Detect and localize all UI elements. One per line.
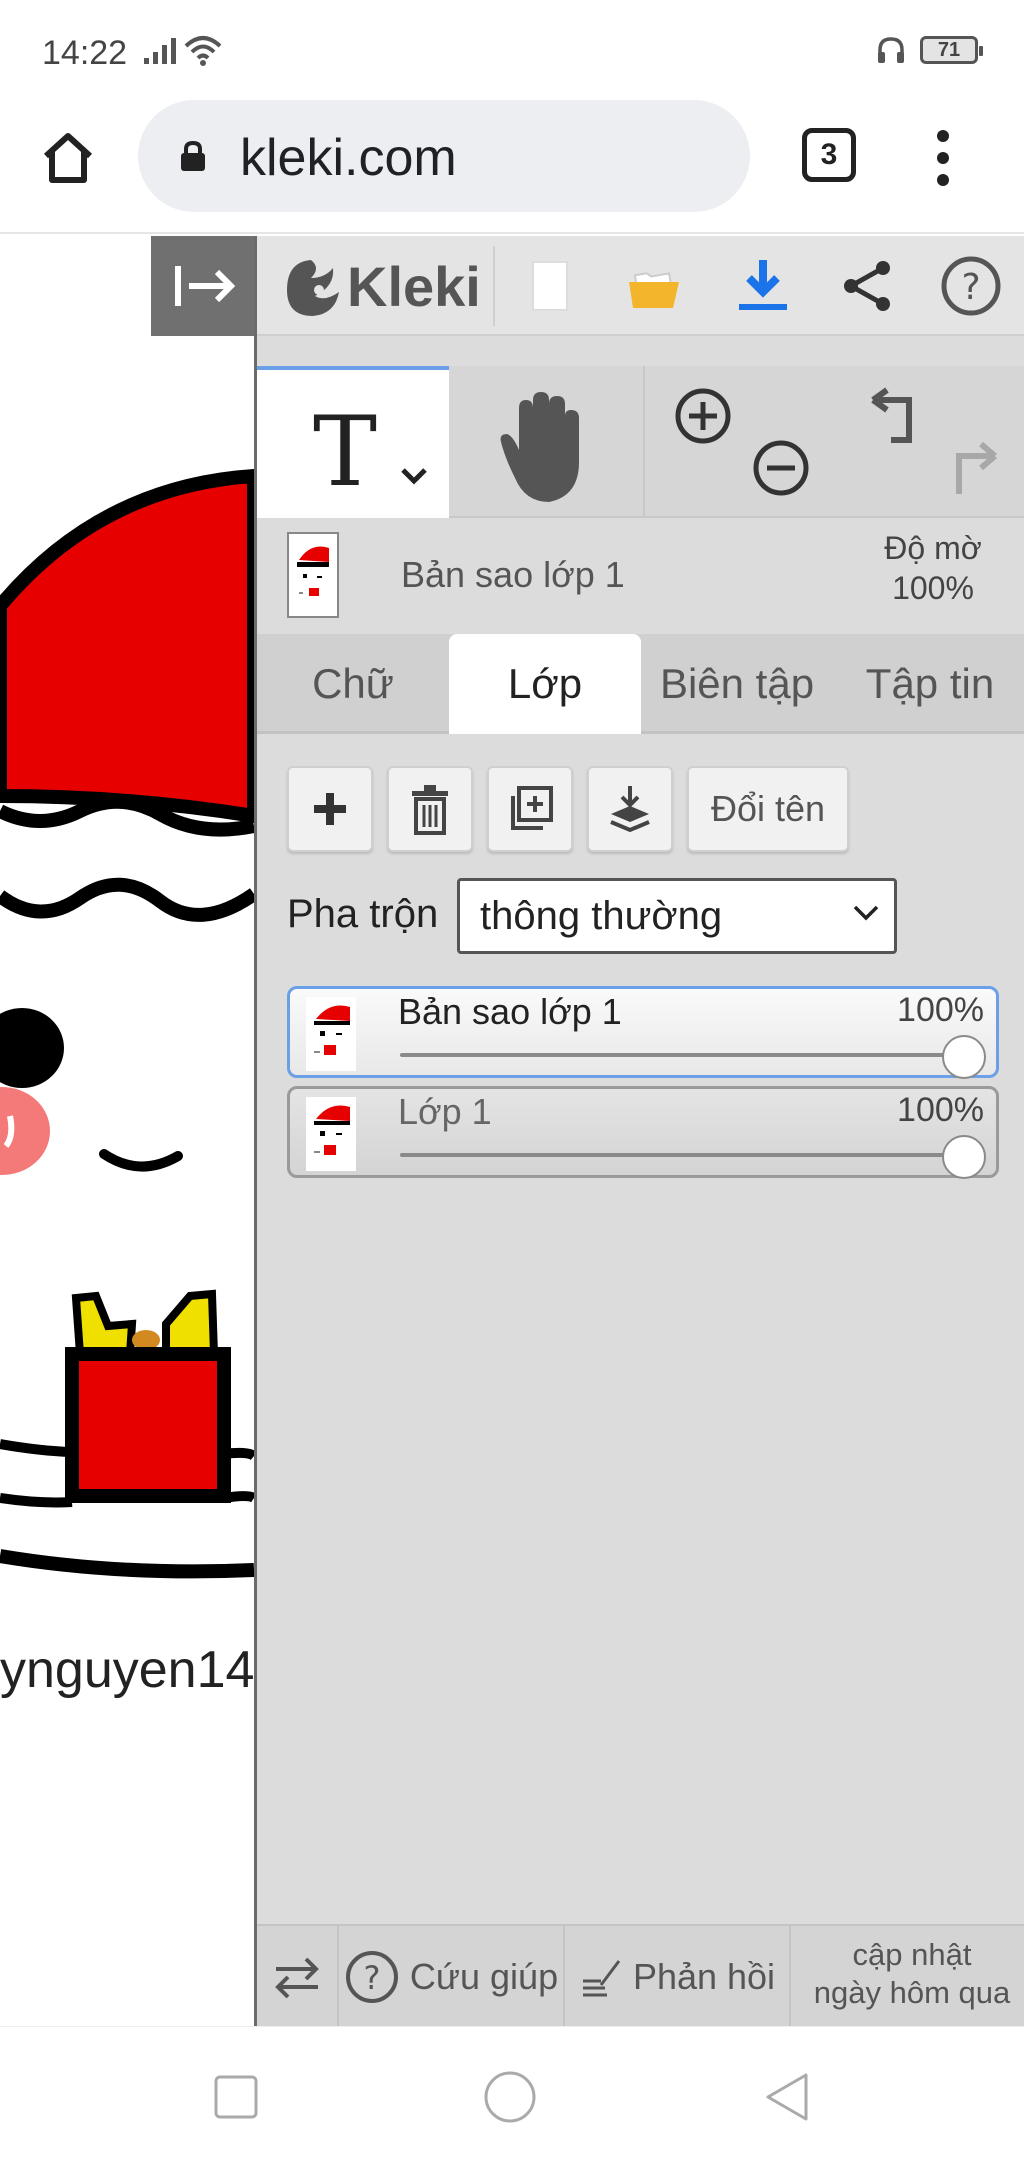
kleki-logo-icon: [287, 260, 339, 316]
help-circle-icon: ?: [345, 1951, 398, 2003]
layer-item[interactable]: Lớp 1 100%: [287, 1086, 999, 1179]
update-line-2: ngày hôm qua: [813, 1975, 1011, 2010]
collapse-panel-button[interactable]: [151, 236, 255, 336]
chevron-down-icon: [853, 905, 879, 921]
url-text: kleki.com: [240, 129, 457, 187]
layer-actions: Đổi tên: [287, 766, 849, 856]
duplicate-icon: [511, 786, 553, 830]
back-triangle-icon[interactable]: [758, 2067, 818, 2127]
layer-thumbnail: [306, 1097, 356, 1171]
zoom-in-icon[interactable]: [673, 386, 733, 446]
zoom-out-icon[interactable]: [751, 438, 811, 498]
undo-icon[interactable]: [865, 386, 925, 446]
trash-icon: [412, 785, 448, 835]
canvas-watermark-text: ynguyen14: [0, 1641, 254, 1699]
feedback-label: Phản hồi: [632, 1956, 776, 1997]
status-time: 14:22: [42, 34, 128, 72]
wifi-icon: [184, 36, 222, 66]
layer-opacity: 100%: [897, 991, 984, 1029]
download-icon[interactable]: [731, 254, 795, 318]
duplicate-layer-button[interactable]: [487, 766, 573, 852]
toolbar-divider: [493, 246, 495, 326]
add-layer-button[interactable]: [287, 766, 373, 852]
update-line-1: cập nhật: [852, 1937, 972, 1972]
update-info: cập nhật ngày hôm qua: [797, 1936, 1024, 2012]
kleki-logo[interactable]: Kleki: [281, 248, 481, 324]
layer-opacity-slider[interactable]: [400, 1053, 968, 1057]
hand-icon: [500, 392, 579, 502]
swap-arrows-icon: [275, 1957, 319, 1999]
active-layer-name: Bản sao lớp 1: [401, 554, 625, 595]
opacity-label: Độ mờ: [884, 530, 982, 566]
feedback-pen-icon: [582, 1960, 621, 1997]
collapse-arrow-icon: [175, 266, 236, 306]
headset-icon: [878, 37, 904, 63]
merge-down-button[interactable]: [587, 766, 673, 852]
tool-panel: Kleki ? T Bản sao lớp 1 Độ mờ 100% Chữ L…: [254, 236, 1024, 2028]
hand-tool-button[interactable]: [449, 366, 641, 518]
tab-switcher-button[interactable]: 3: [802, 128, 856, 182]
layer-preview-thumbnail: [287, 532, 339, 618]
blend-mode-label: Pha trộn: [287, 892, 439, 936]
feedback-button[interactable]: Phản hồi: [565, 1926, 791, 2028]
zoom-controls: [643, 366, 835, 518]
slider-handle[interactable]: [942, 1135, 986, 1179]
opacity-readout: Độ mờ 100%: [857, 528, 1009, 608]
layer-opacity-slider[interactable]: [400, 1153, 968, 1157]
rename-layer-button[interactable]: Đổi tên: [687, 766, 849, 852]
text-tool-button[interactable]: T: [257, 366, 449, 518]
chevron-down-icon[interactable]: [399, 466, 429, 486]
more-menu-icon[interactable]: [928, 128, 958, 188]
help-circle-icon[interactable]: ?: [939, 254, 1003, 318]
blend-mode-select[interactable]: thông thường: [457, 878, 897, 954]
system-nav-bar: [0, 2026, 1024, 2162]
lock-icon: [181, 140, 205, 171]
history-controls: [837, 366, 1024, 518]
open-folder-icon[interactable]: [623, 254, 687, 318]
blend-mode-value: thông thường: [480, 894, 723, 938]
share-icon[interactable]: [835, 254, 899, 318]
tab-text[interactable]: Chữ: [257, 634, 449, 734]
home-icon[interactable]: [38, 128, 98, 188]
layer-item[interactable]: Bản sao lớp 1 100%: [287, 986, 999, 1079]
tab-file[interactable]: Tập tin: [833, 634, 1024, 734]
app-topbar: Kleki ?: [257, 236, 1024, 336]
opacity-value: 100%: [892, 570, 974, 606]
help-label: Cứu giúp: [409, 1956, 559, 1997]
logo-text: Kleki: [347, 254, 481, 318]
redo-icon[interactable]: [943, 438, 1003, 498]
active-layer-info[interactable]: Bản sao lớp 1 Độ mờ 100%: [257, 520, 1024, 634]
slider-handle[interactable]: [942, 1035, 986, 1079]
santa-drawing: [0, 468, 254, 1579]
browser-toolbar: kleki.com 3: [0, 100, 1024, 234]
layer-name: Lớp 1: [398, 1091, 492, 1132]
swap-side-button[interactable]: [257, 1926, 339, 2028]
plus-icon: [314, 793, 346, 825]
address-bar[interactable]: kleki.com: [138, 100, 750, 212]
delete-layer-button[interactable]: [387, 766, 473, 852]
layer-thumbnail: [306, 997, 356, 1071]
tab-layers[interactable]: Lớp: [449, 634, 641, 734]
drawing-canvas[interactable]: ynguyen14: [0, 236, 254, 2026]
layers-tab-content: Đổi tên Pha trộn thông thường Bản sao lớ…: [257, 736, 1024, 1924]
panel-footer: ? Cứu giúp Phản hồi cập nhật ngày hôm qu…: [257, 1924, 1024, 2028]
text-tool-icon: T: [313, 396, 378, 508]
recent-apps-icon[interactable]: [206, 2067, 266, 2127]
layer-name: Bản sao lớp 1: [398, 991, 622, 1032]
panel-tabs: Chữ Lớp Biên tập Tập tin: [257, 634, 1024, 734]
svg-text:?: ?: [961, 267, 980, 308]
merge-down-icon: [610, 786, 650, 833]
help-button[interactable]: ? Cứu giúp: [339, 1926, 565, 2028]
tool-row: T: [257, 366, 1024, 518]
battery-indicator: 71: [920, 36, 983, 64]
tab-edit[interactable]: Biên tập: [641, 634, 833, 734]
status-bar: 14:22 71: [0, 0, 1024, 100]
signal-icon: [144, 38, 176, 64]
svg-text:?: ?: [363, 1959, 380, 1997]
home-circle-icon[interactable]: [480, 2067, 540, 2127]
layer-opacity: 100%: [897, 1091, 984, 1129]
new-file-icon[interactable]: [517, 254, 581, 318]
